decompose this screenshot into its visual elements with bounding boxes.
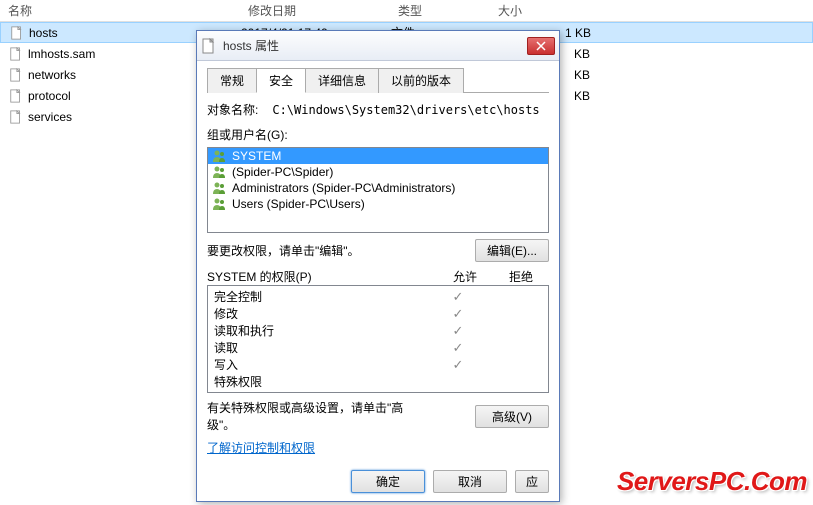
perm-label: SYSTEM 的权限(P) [207, 268, 437, 285]
group-item[interactable]: (Spider-PC\Spider) [208, 164, 548, 180]
file-icon [9, 25, 25, 41]
header-size[interactable]: 大小 [490, 0, 590, 21]
edit-button[interactable]: 编辑(E)... [475, 239, 549, 262]
permission-name: 写入 [214, 356, 430, 373]
tab[interactable]: 安全 [256, 68, 306, 93]
group-item[interactable]: SYSTEM [208, 148, 548, 164]
permission-row: 读取 ✓ [214, 339, 542, 356]
cancel-button[interactable]: 取消 [433, 470, 507, 493]
allow-check: ✓ [430, 357, 486, 373]
column-headers: 名称 修改日期 类型 大小 [0, 0, 813, 22]
permission-row: 特殊权限 [214, 373, 542, 390]
group-list[interactable]: SYSTEM (Spider-PC\Spider) Administrators … [207, 147, 549, 233]
close-button[interactable] [527, 37, 555, 55]
tab-strip: 常规安全详细信息以前的版本 [207, 67, 549, 93]
permissions-list: 完全控制 ✓ 修改 ✓ 读取和执行 ✓ 读取 ✓ 写入 ✓ 特殊权限 [207, 285, 549, 393]
dialog-body: 常规安全详细信息以前的版本 对象名称: C:\Windows\System32\… [197, 61, 559, 501]
file-icon [201, 38, 217, 54]
learn-link[interactable]: 了解访问控制和权限 [207, 439, 315, 456]
permission-row: 完全控制 ✓ [214, 288, 542, 305]
apply-button[interactable]: 应 [515, 470, 549, 493]
group-item[interactable]: Administrators (Spider-PC\Administrators… [208, 180, 548, 196]
allow-check: ✓ [430, 340, 486, 356]
group-item[interactable]: Users (Spider-PC\Users) [208, 196, 548, 212]
ok-button[interactable]: 确定 [351, 470, 425, 493]
allow-check: ✓ [430, 323, 486, 339]
permission-row: 修改 ✓ [214, 305, 542, 322]
group-name: Administrators (Spider-PC\Administrators… [232, 181, 455, 195]
edit-hint: 要更改权限，请单击"编辑"。 [207, 242, 360, 259]
object-name-label: 对象名称: [207, 101, 258, 118]
permission-name: 特殊权限 [214, 373, 430, 390]
perm-deny-header: 拒绝 [493, 268, 549, 285]
allow-check: ✓ [430, 289, 486, 305]
users-icon [212, 181, 228, 195]
permission-row: 读取和执行 ✓ [214, 322, 542, 339]
tab[interactable]: 以前的版本 [378, 68, 464, 93]
perm-allow-header: 允许 [437, 268, 493, 285]
permission-row: 写入 ✓ [214, 356, 542, 373]
permission-name: 完全控制 [214, 288, 430, 305]
file-name: networks [28, 68, 76, 82]
object-path: C:\Windows\System32\drivers\etc\hosts [272, 103, 539, 117]
watermark: ServersPC.Com [617, 466, 807, 497]
dialog-title: hosts 属性 [223, 37, 527, 54]
tab[interactable]: 常规 [207, 68, 257, 93]
titlebar[interactable]: hosts 属性 [197, 31, 559, 61]
file-name: services [28, 110, 72, 124]
group-name: Users (Spider-PC\Users) [232, 197, 365, 211]
file-name: protocol [28, 89, 71, 103]
advanced-button[interactable]: 高级(V) [475, 405, 549, 428]
users-icon [212, 165, 228, 179]
permission-name: 修改 [214, 305, 430, 322]
group-name: (Spider-PC\Spider) [232, 165, 333, 179]
file-name: hosts [29, 26, 58, 40]
permission-name: 读取 [214, 339, 430, 356]
permission-name: 读取和执行 [214, 322, 430, 339]
file-icon [8, 46, 24, 62]
file-icon [8, 109, 24, 125]
header-date[interactable]: 修改日期 [240, 0, 390, 21]
advanced-hint: 有关特殊权限或高级设置，请单击"高级"。 [207, 399, 427, 433]
groups-label: 组或用户名(G): [207, 126, 288, 143]
header-type[interactable]: 类型 [390, 0, 490, 21]
properties-dialog: hosts 属性 常规安全详细信息以前的版本 对象名称: C:\Windows\… [196, 30, 560, 502]
file-icon [8, 88, 24, 104]
tab[interactable]: 详细信息 [305, 68, 379, 93]
group-name: SYSTEM [232, 149, 281, 163]
file-name: lmhosts.sam [28, 47, 95, 61]
header-name[interactable]: 名称 [0, 0, 240, 21]
file-icon [8, 67, 24, 83]
users-icon [212, 197, 228, 211]
allow-check: ✓ [430, 306, 486, 322]
users-icon [212, 149, 228, 163]
